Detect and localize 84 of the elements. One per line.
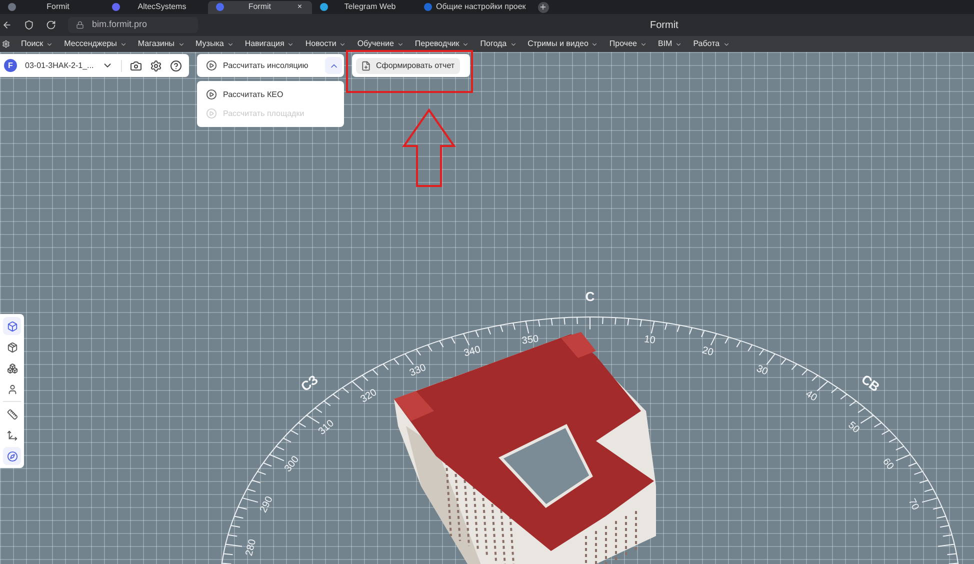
view-mode-button[interactable] (3, 317, 21, 335)
calc-insolation-label[interactable]: Рассчитать инсоляцию (223, 60, 319, 72)
settings-icon[interactable] (150, 60, 162, 72)
bookmark-folder[interactable]: Переводчик (414, 38, 470, 50)
address-field[interactable]: bim.formit.pro (68, 17, 198, 33)
chevron-down-icon (226, 40, 234, 48)
cube-outline-icon (6, 342, 18, 352)
chevron-down-icon (287, 40, 294, 48)
help-icon[interactable] (170, 60, 182, 72)
compass-degree-label: 330 (408, 362, 428, 379)
chevron-down-icon (722, 40, 730, 48)
compass-degree-label: 310 (316, 418, 336, 438)
chevron-down-icon (178, 40, 185, 48)
compass-degree-label: 300 (282, 454, 302, 474)
bookmark-folder[interactable]: Работа (693, 38, 730, 50)
bookmark-folder[interactable]: Прочее (609, 38, 647, 50)
camera-icon[interactable] (130, 60, 142, 72)
bookmark-folder[interactable]: Новости (305, 38, 346, 50)
compass-degree-label: 30 (754, 363, 770, 378)
tab-favicon-icon (112, 3, 120, 11)
chevron-down-icon (120, 40, 127, 48)
compass-degree-label: 280 (244, 538, 259, 557)
bookmark-folder[interactable]: Мессенджеры (64, 38, 127, 50)
tab-favicon-icon (8, 3, 16, 11)
project-dropdown[interactable]: 03-01-3НАК-2-1_... (25, 60, 122, 72)
chevron-down-icon (510, 40, 517, 48)
tab-favicon-icon (320, 3, 328, 11)
compass-degree-label: 60 (880, 456, 896, 472)
chevron-down-icon (396, 40, 404, 48)
compass-icon (6, 450, 18, 462)
play-icon (206, 108, 217, 119)
chevron-down-icon (675, 40, 682, 48)
browser-tab[interactable]: Formit × (208, 0, 312, 14)
bookmark-folder[interactable]: Погода (480, 38, 517, 50)
chevron-down-icon (46, 40, 54, 48)
bookmark-folder[interactable]: Навигация (244, 38, 294, 50)
view-mode-button[interactable] (3, 447, 21, 465)
bookmark-folder[interactable]: BIM (658, 38, 682, 50)
chevron-down-icon (640, 40, 647, 48)
browser-tab[interactable]: Общие настройки проек (416, 0, 534, 14)
play-icon (206, 89, 217, 100)
compass-degree-label: 10 (644, 334, 656, 346)
chevron-down-icon (462, 40, 470, 48)
compass-degree-label: 20 (700, 345, 714, 359)
bookmark-folder[interactable]: Музыка (196, 38, 234, 50)
page-title: Formit (650, 18, 678, 32)
compass-degree-label: 40 (803, 388, 819, 404)
menu-toggle-button[interactable] (325, 57, 342, 74)
reload-icon[interactable] (46, 20, 56, 30)
bookmark-folder[interactable]: Магазины (138, 38, 185, 50)
browser-tab[interactable]: Telegram Web (312, 0, 416, 14)
compass-degree-label: 350 (521, 334, 540, 347)
browser-tab[interactable]: AltecSystems (104, 0, 208, 14)
new-tab-button[interactable] (538, 2, 549, 12)
menu-item[interactable]: Рассчитать КЕО (197, 85, 344, 104)
browser-tab[interactable]: Formit (0, 0, 104, 14)
back-icon[interactable] (2, 20, 12, 30)
person-icon (6, 384, 18, 394)
compass-degree-label: 70 (906, 497, 921, 512)
compass-degree-label: 50 (846, 420, 862, 436)
shield-icon[interactable] (24, 20, 34, 30)
compass-direction-label: С (585, 289, 595, 304)
bookmark-folder[interactable]: Обучение (357, 38, 404, 50)
compass-degree-label: 320 (358, 387, 379, 406)
bookmark-folder[interactable]: Стримы и видео (528, 38, 598, 50)
chevron-down-icon (339, 40, 346, 48)
compass-direction-label: СВ (858, 371, 883, 395)
bookmark-folder[interactable]: Поиск (21, 38, 54, 50)
report-button[interactable]: Сформировать отчет (356, 58, 460, 74)
lock-icon (76, 21, 84, 29)
plus-icon (539, 3, 548, 11)
app-logo: F (4, 59, 17, 72)
axes-icon (6, 430, 18, 440)
ruler-icon (6, 408, 18, 420)
chevron-down-icon (591, 40, 598, 48)
play-icon (206, 60, 217, 71)
cube-icon (6, 320, 18, 332)
compass-direction-label: СЗ (298, 372, 321, 394)
compass-degree-label: 290 (258, 494, 276, 514)
compass-degree-label: 340 (462, 344, 482, 360)
tab-favicon-icon (216, 3, 224, 11)
file-plus-icon (361, 60, 371, 70)
tab-favicon-icon (424, 3, 432, 11)
tab-close-button[interactable]: × (295, 1, 304, 13)
